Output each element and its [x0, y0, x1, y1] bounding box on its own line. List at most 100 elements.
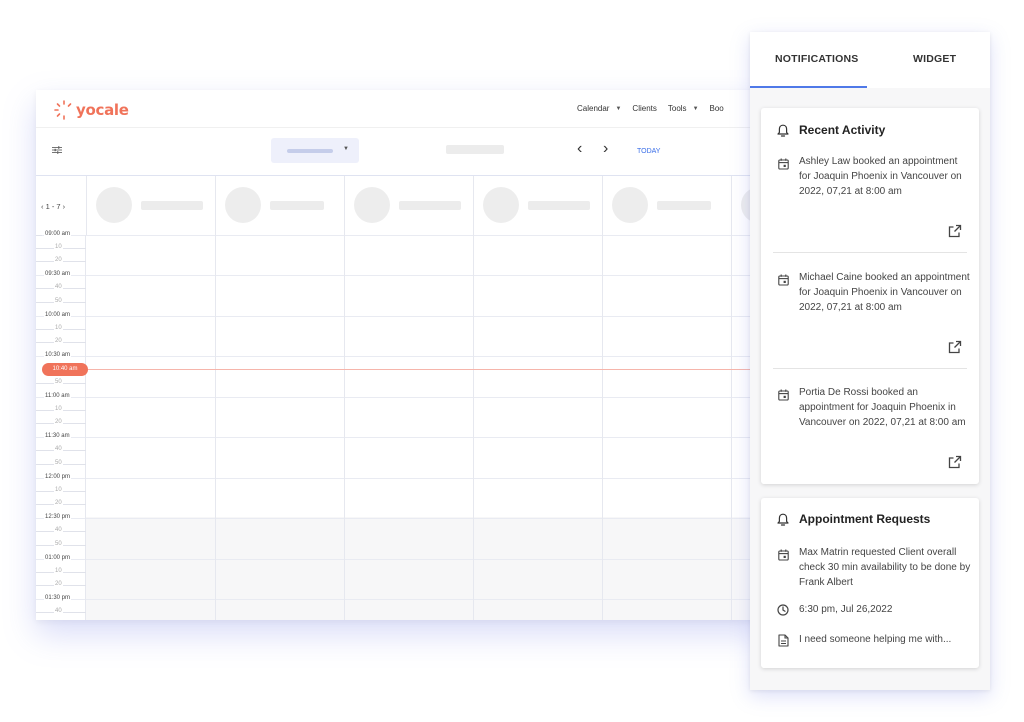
- time-label: 09:00 am: [44, 231, 72, 237]
- active-tab-indicator: [750, 86, 867, 88]
- today-button[interactable]: TODAY: [637, 148, 660, 155]
- chevron-left-icon[interactable]: ‹: [577, 141, 582, 157]
- staff-column-header[interactable]: [86, 176, 215, 235]
- grid-line: [36, 397, 766, 398]
- column-line: [731, 235, 732, 620]
- note-document-icon: [778, 634, 789, 647]
- time-label: 09:30 am: [44, 271, 72, 277]
- nav-calendar-label: Calendar: [577, 104, 610, 113]
- time-label: 20: [54, 500, 63, 506]
- week-range-selector[interactable]: ‹ 1 - 7 ›: [41, 202, 65, 211]
- time-label: 50: [54, 541, 63, 547]
- time-label: 10: [54, 568, 63, 574]
- bell-icon: [777, 513, 789, 526]
- grid-line: [36, 275, 766, 276]
- yocale-logo[interactable]: yocale: [54, 98, 129, 122]
- time-label: 50: [54, 379, 63, 385]
- chevron-down-icon: ▼: [615, 105, 622, 112]
- time-label: 50: [54, 460, 63, 466]
- time-label: 10:00 am: [44, 312, 72, 318]
- panel-tabs: NOTIFICATIONS WIDGET: [750, 32, 990, 88]
- divider: [773, 252, 967, 253]
- view-dropdown[interactable]: ▼: [271, 138, 359, 163]
- tab-widget[interactable]: WIDGET: [913, 53, 956, 65]
- staff-name-placeholder: [657, 201, 711, 210]
- avatar: [96, 187, 132, 223]
- grid-line: [36, 478, 766, 479]
- nav-calendar[interactable]: Calendar ▼: [577, 104, 621, 113]
- calendar-window: yocale Calendar ▼ Clients Tools ▼ Boo ▼ …: [36, 90, 766, 620]
- open-external-icon[interactable]: [948, 224, 962, 238]
- logo-wordmark: yocale: [76, 101, 129, 119]
- current-time-badge: 10:40 am: [42, 363, 88, 376]
- nav-clients-label: Clients: [632, 104, 657, 113]
- request-time: 6:30 pm, Jul 26,2022: [799, 604, 893, 615]
- nav-clients[interactable]: Clients: [632, 104, 656, 113]
- time-label: 12:30 pm: [44, 514, 72, 520]
- staff-name-placeholder: [528, 201, 590, 210]
- date-range-placeholder: [446, 145, 504, 154]
- time-label: 11:00 am: [44, 393, 71, 399]
- column-line: [344, 235, 345, 620]
- chevron-down-icon: ▼: [692, 105, 699, 112]
- recent-activity-card: Recent Activity Ashley Law booked an app…: [761, 108, 979, 484]
- avatar: [612, 187, 648, 223]
- calendar-toolbar: ▼ ‹ › TODAY: [36, 128, 766, 176]
- chevron-right-icon[interactable]: ›: [603, 141, 608, 157]
- dropdown-value-placeholder: [287, 149, 333, 153]
- grid-line: [36, 599, 766, 600]
- grid-line: [36, 437, 766, 438]
- filter-sliders-icon[interactable]: [52, 146, 62, 154]
- avatar: [225, 187, 261, 223]
- time-label: 40: [54, 608, 63, 614]
- time-label: 40: [54, 446, 63, 452]
- staff-name-placeholder: [399, 201, 461, 210]
- time-label: 20: [54, 338, 63, 344]
- request-note: I need someone helping me with...: [799, 634, 952, 645]
- nav-bookings-label: Boo: [709, 104, 724, 113]
- open-external-icon[interactable]: [948, 340, 962, 354]
- time-label: 40: [54, 527, 63, 533]
- chevron-down-icon: ▼: [343, 146, 349, 152]
- time-label: 20: [54, 419, 63, 425]
- top-navigation-bar: yocale Calendar ▼ Clients Tools ▼ Boo: [36, 90, 766, 128]
- bell-icon: [777, 124, 789, 137]
- avatar: [354, 187, 390, 223]
- logo-sun-icon: [54, 100, 72, 120]
- staff-column-header[interactable]: [602, 176, 731, 235]
- time-label: 10: [54, 244, 63, 250]
- staff-column-header[interactable]: [473, 176, 602, 235]
- calendar-event-icon: [778, 274, 789, 286]
- time-grid[interactable]: 09:00 am 10 20 09:30 am 40 50 10:00 am 1…: [36, 231, 766, 620]
- nav-tools[interactable]: Tools ▼: [668, 104, 699, 113]
- nav-bookings[interactable]: Boo: [710, 104, 724, 113]
- time-gutter: 09:00 am 10 20 09:30 am 40 50 10:00 am 1…: [36, 231, 86, 620]
- time-label: 10: [54, 406, 63, 412]
- activity-item-text: Michael Caine booked an appointment for …: [799, 272, 970, 313]
- nav-tools-label: Tools: [667, 104, 687, 113]
- main-nav: Calendar ▼ Clients Tools ▼ Boo: [577, 104, 735, 113]
- activity-item-text: Portia De Rossi booked an appointment fo…: [799, 387, 966, 428]
- grid-line: [36, 356, 766, 357]
- time-label: 10: [54, 325, 63, 331]
- divider: [773, 368, 967, 369]
- appointment-requests-card: Appointment Requests Max Matrin requeste…: [761, 498, 979, 668]
- avatar: [483, 187, 519, 223]
- request-description: Max Matrin requested Client overall chec…: [799, 547, 971, 588]
- time-label: 12:00 pm: [44, 474, 72, 480]
- staff-column-header[interactable]: [344, 176, 473, 235]
- staff-column-header[interactable]: [215, 176, 344, 235]
- calendar-event-icon: [778, 389, 789, 401]
- time-label: 20: [54, 581, 63, 587]
- time-label: 40: [54, 284, 63, 290]
- calendar-event-icon: [778, 549, 789, 561]
- grid-line: [36, 235, 766, 236]
- clock-icon: [777, 604, 789, 616]
- activity-item-text: Ashley Law booked an appointment for Joa…: [799, 156, 962, 197]
- time-label: 50: [54, 298, 63, 304]
- column-line: [602, 235, 603, 620]
- open-external-icon[interactable]: [948, 455, 962, 469]
- tab-notifications[interactable]: NOTIFICATIONS: [775, 53, 858, 65]
- staff-name-placeholder: [141, 201, 203, 210]
- time-label: 20: [54, 257, 63, 263]
